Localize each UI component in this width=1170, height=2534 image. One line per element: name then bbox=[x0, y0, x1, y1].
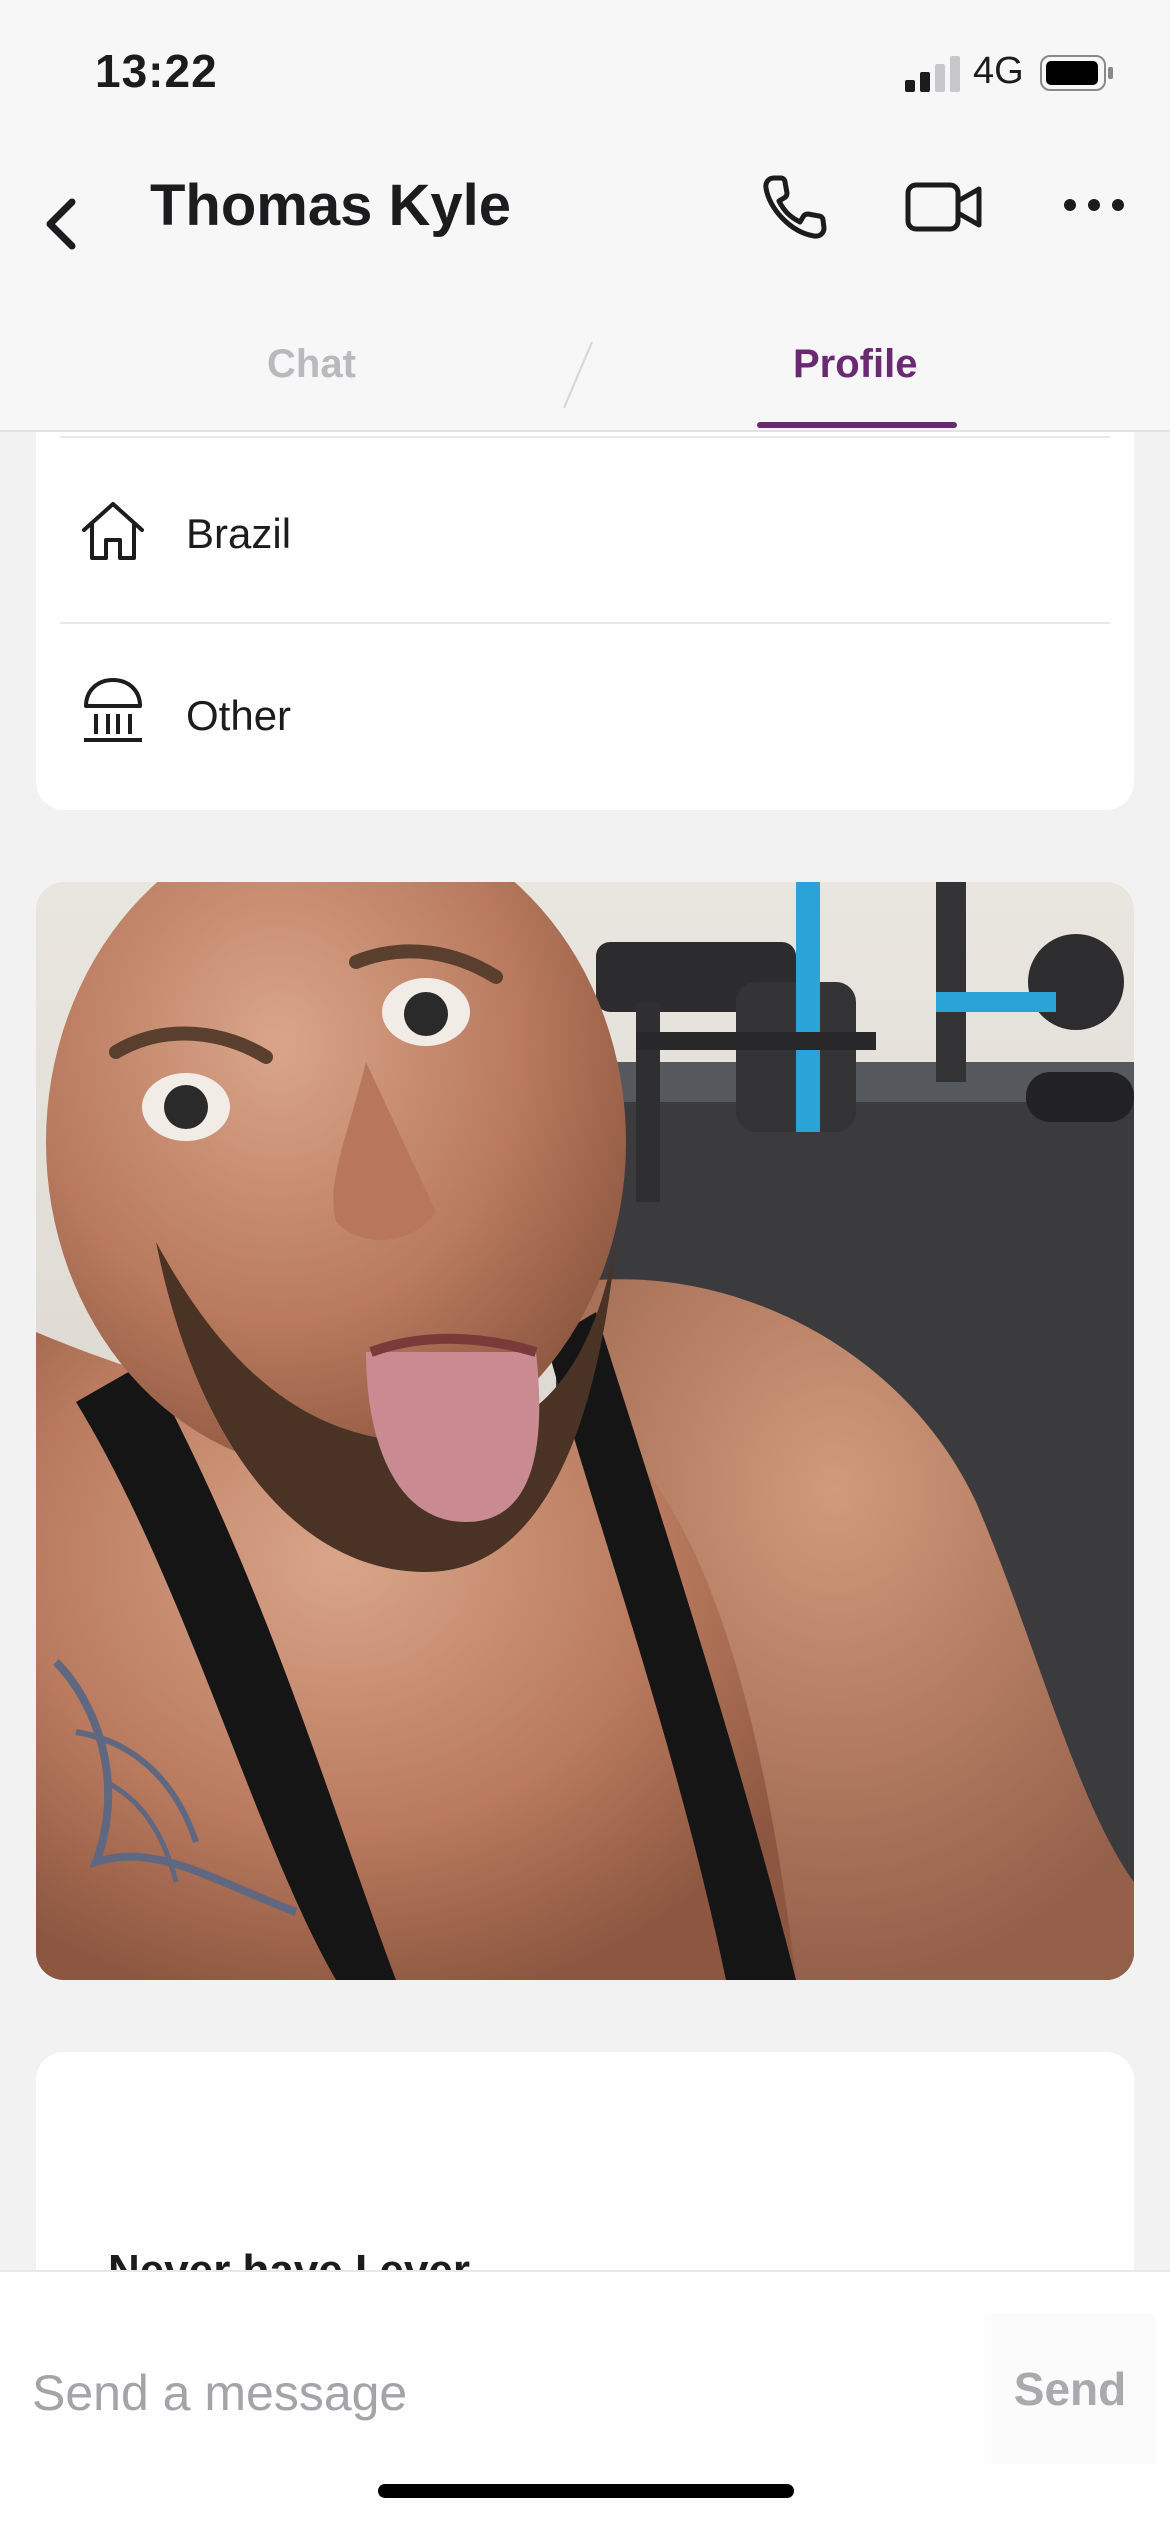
more-options-icon[interactable] bbox=[1062, 190, 1126, 220]
phone-icon[interactable] bbox=[760, 172, 830, 242]
home-icon bbox=[82, 502, 144, 560]
education-label: Other bbox=[186, 692, 292, 739]
active-tab-indicator bbox=[757, 422, 957, 428]
tab-divider bbox=[563, 341, 593, 409]
back-arrow-icon[interactable] bbox=[40, 188, 84, 260]
signal-icon bbox=[905, 56, 960, 92]
hometown-label: Brazil bbox=[186, 510, 292, 557]
send-button[interactable]: Send bbox=[985, 2314, 1155, 2464]
education-building-icon bbox=[84, 678, 142, 742]
status-time: 13:22 bbox=[95, 45, 218, 97]
tab-profile[interactable]: Profile bbox=[793, 342, 917, 387]
status-bar: 13:22 4G bbox=[0, 0, 1170, 150]
battery-icon bbox=[1040, 55, 1113, 91]
hometown-row: Brazil bbox=[36, 438, 1134, 624]
tab-chat[interactable]: Chat bbox=[267, 342, 356, 387]
network-label: 4G bbox=[973, 50, 1024, 92]
photo-image bbox=[36, 882, 1134, 1980]
contact-name: Thomas Kyle bbox=[150, 173, 511, 238]
education-row: Other bbox=[36, 624, 1134, 810]
profile-info-card: Brazil Other bbox=[36, 432, 1134, 810]
message-input[interactable] bbox=[30, 2342, 934, 2444]
chat-header: Thomas Kyle Chat Profile bbox=[0, 150, 1170, 432]
video-camera-icon[interactable] bbox=[905, 177, 983, 237]
home-indicator[interactable] bbox=[378, 2484, 794, 2498]
profile-photo[interactable] bbox=[36, 882, 1134, 1980]
